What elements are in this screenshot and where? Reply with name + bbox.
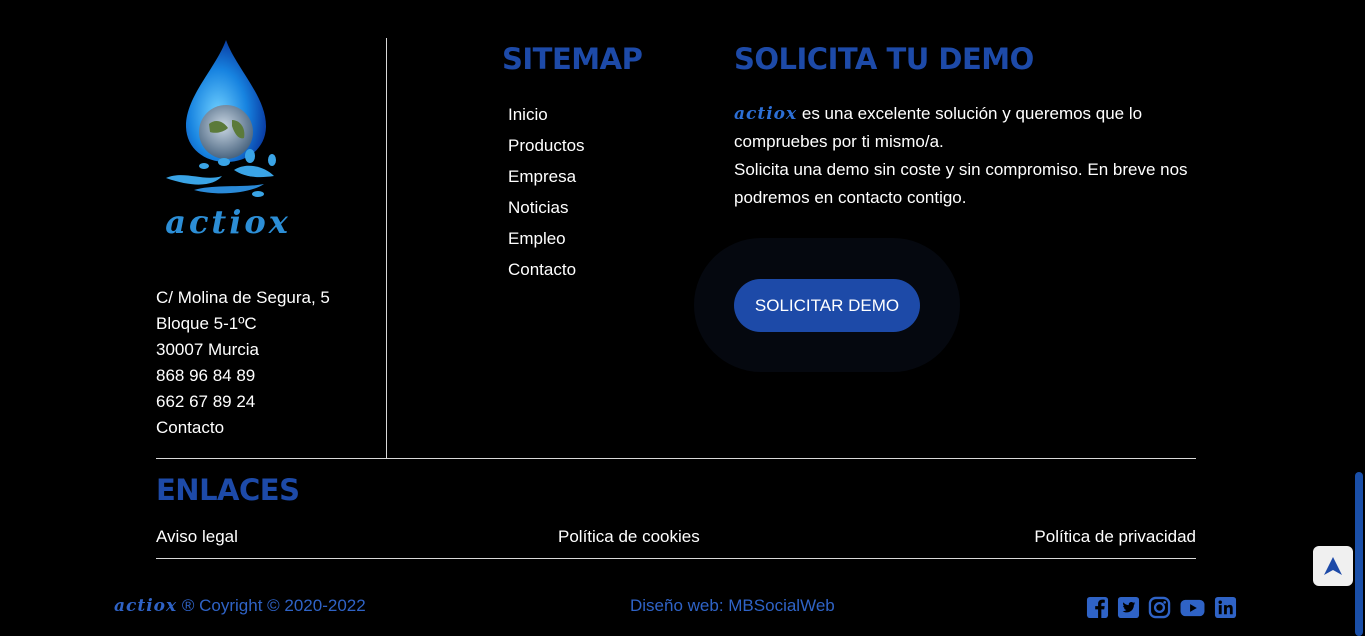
- contact-address: C/ Molina de Segura, 5 Bloque 5-1ºC 3000…: [156, 285, 330, 441]
- horizontal-divider: [156, 458, 1196, 459]
- logo-wordmark: actiox: [165, 203, 291, 238]
- sitemap-item-empresa[interactable]: Empresa: [508, 161, 585, 192]
- address-line: C/ Molina de Segura, 5: [156, 288, 330, 307]
- links-title: ENLACES: [156, 473, 300, 507]
- address-line: Bloque 5-1ºC: [156, 314, 257, 333]
- brand-wordmark: actiox: [734, 104, 798, 124]
- sitemap-item-productos[interactable]: Productos: [508, 130, 585, 161]
- demo-title: SOLICITA TU DEMO: [734, 42, 1034, 76]
- actiox-logo[interactable]: actiox: [154, 38, 302, 241]
- sitemap-item-inicio[interactable]: Inicio: [508, 99, 585, 130]
- linkedin-icon[interactable]: [1214, 596, 1237, 619]
- phone-number[interactable]: 868 96 84 89: [156, 363, 330, 389]
- legal-notice-link[interactable]: Aviso legal: [156, 527, 238, 547]
- sitemap-title: SITEMAP: [502, 42, 643, 76]
- contact-link[interactable]: Contacto: [156, 415, 330, 441]
- sitemap-item-contacto[interactable]: Contacto: [508, 254, 585, 285]
- sitemap-item-empleo[interactable]: Empleo: [508, 223, 585, 254]
- scrollbar-thumb[interactable]: [1355, 472, 1363, 636]
- cookie-policy-link[interactable]: Política de cookies: [558, 527, 700, 547]
- instagram-icon[interactable]: [1148, 596, 1171, 619]
- sitemap-item-noticias[interactable]: Noticias: [508, 192, 585, 223]
- sitemap-list: Inicio Productos Empresa Noticias Empleo…: [508, 99, 585, 285]
- facebook-icon[interactable]: [1086, 596, 1109, 619]
- arrow-up-icon: [1324, 557, 1342, 575]
- request-demo-button[interactable]: SOLICITAR DEMO: [734, 279, 920, 332]
- demo-description: actiox es una excelente solución y quere…: [734, 100, 1204, 212]
- twitter-icon[interactable]: [1117, 596, 1140, 619]
- web-design-credit[interactable]: Diseño web: MBSocialWeb: [630, 596, 835, 616]
- privacy-policy-link[interactable]: Política de privacidad: [1034, 527, 1196, 547]
- copyright: actiox ® Coyright © 2020-2022: [114, 596, 366, 616]
- copyright-text: ® Coyright © 2020-2022: [177, 596, 366, 615]
- footer-brand: actiox: [114, 596, 178, 616]
- scroll-to-top-button[interactable]: [1313, 546, 1353, 586]
- address-city: 30007 Murcia: [156, 340, 260, 359]
- youtube-icon[interactable]: [1179, 596, 1206, 619]
- horizontal-divider: [156, 558, 1196, 559]
- vertical-divider: [386, 38, 387, 458]
- mobile-number[interactable]: 662 67 89 24: [156, 389, 330, 415]
- social-links: [1086, 596, 1237, 619]
- demo-text-2: Solicita una demo sin coste y sin compro…: [734, 160, 1188, 207]
